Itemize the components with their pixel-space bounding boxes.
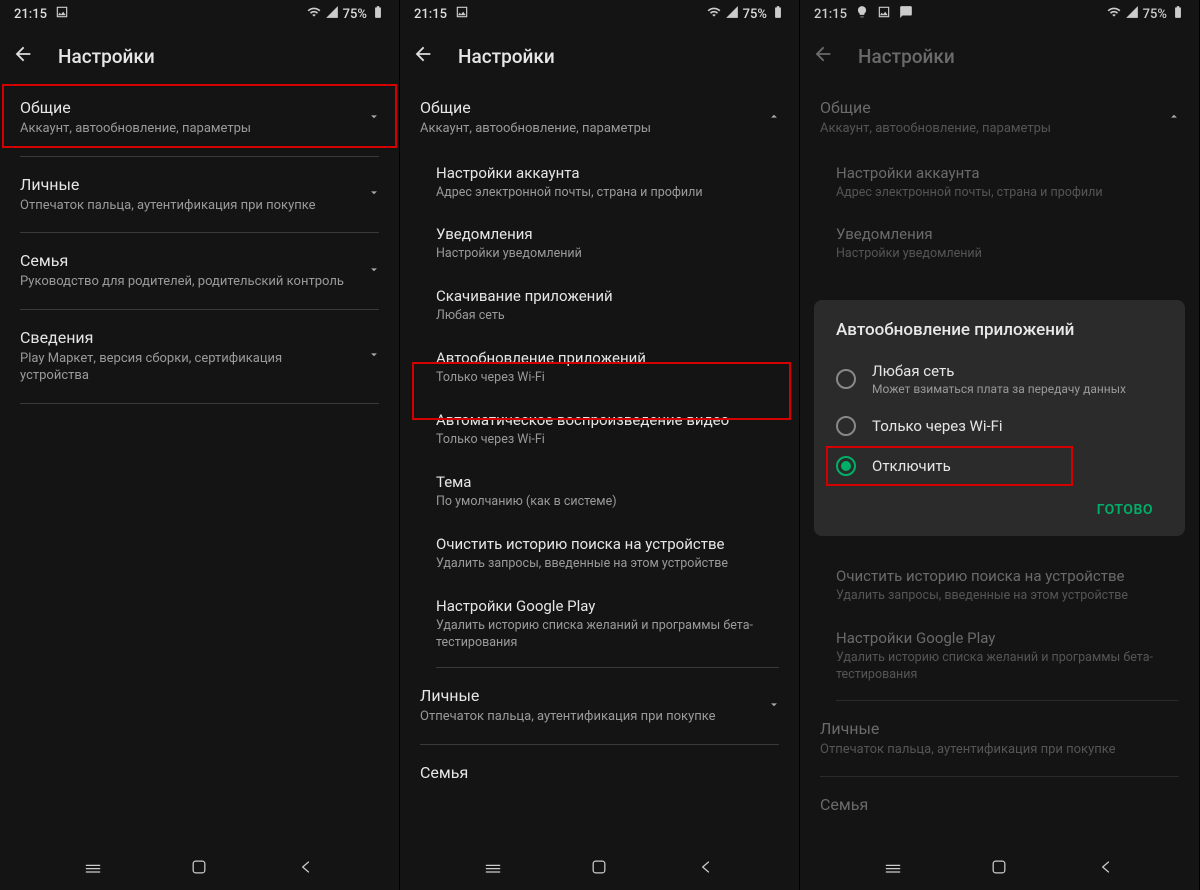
back-arrow-icon[interactable] bbox=[12, 43, 34, 69]
wifi-icon bbox=[1107, 5, 1121, 23]
section-about[interactable]: Сведения Play Маркет, версия сборки, сер… bbox=[0, 314, 399, 399]
battery-icon bbox=[1171, 5, 1185, 23]
chat-icon bbox=[899, 5, 913, 23]
item-clear-search[interactable]: Очистить историю поиска на устройстве Уд… bbox=[400, 523, 799, 585]
settings-list: Общие Аккаунт, автообновление, параметры… bbox=[400, 84, 799, 848]
auto-update-dialog: Автообновление приложений Любая сеть Мож… bbox=[814, 300, 1185, 536]
item-google-play-settings[interactable]: Настройки Google Play Удалить историю сп… bbox=[400, 585, 799, 664]
signal-icon bbox=[725, 5, 739, 23]
status-battery: 75% bbox=[1143, 7, 1167, 22]
app-header: Настройки bbox=[400, 28, 799, 84]
page-title: Настройки bbox=[458, 45, 555, 68]
app-header: Настройки bbox=[0, 28, 399, 84]
back-arrow-icon[interactable] bbox=[412, 43, 434, 69]
gallery-icon bbox=[455, 5, 469, 23]
radio-any-network[interactable]: Любая сеть Может взиматься плата за пере… bbox=[826, 352, 1173, 406]
status-battery: 75% bbox=[343, 7, 367, 22]
item-notifications: Уведомления Настройки уведомлений bbox=[800, 213, 1199, 275]
screen-1: 21:15 75% Настройки Общие Аккаунт, автоо… bbox=[0, 0, 400, 890]
nav-bar bbox=[800, 848, 1199, 890]
back-button[interactable] bbox=[696, 857, 716, 881]
section-personal[interactable]: Личные Отпечаток пальца, аутентификация … bbox=[0, 161, 399, 229]
status-time: 21:15 bbox=[814, 7, 847, 22]
chevron-down-icon bbox=[367, 108, 381, 127]
home-button[interactable] bbox=[189, 857, 209, 881]
chevron-down-icon bbox=[367, 347, 381, 366]
back-arrow-icon bbox=[812, 43, 834, 69]
chevron-down-icon bbox=[367, 185, 381, 204]
nav-bar bbox=[400, 848, 799, 890]
nav-bar bbox=[0, 848, 399, 890]
item-autoplay-video[interactable]: Автоматическое воспроизведение видео Тол… bbox=[400, 399, 799, 461]
radio-icon-checked bbox=[836, 456, 856, 476]
recents-button[interactable] bbox=[83, 857, 103, 881]
chevron-up-icon bbox=[767, 108, 781, 127]
recents-button[interactable] bbox=[483, 857, 503, 881]
section-family[interactable]: Семья bbox=[400, 749, 799, 789]
signal-icon bbox=[325, 5, 339, 23]
gallery-icon bbox=[55, 5, 69, 23]
status-battery: 75% bbox=[743, 7, 767, 22]
page-title: Настройки bbox=[58, 45, 155, 68]
chevron-down-icon bbox=[767, 697, 781, 716]
wifi-icon bbox=[307, 5, 321, 23]
section-general[interactable]: Общие Аккаунт, автообновление, параметры bbox=[0, 84, 399, 152]
back-button[interactable] bbox=[1096, 857, 1116, 881]
home-button[interactable] bbox=[989, 857, 1009, 881]
radio-disable[interactable]: Отключить bbox=[826, 446, 1173, 486]
settings-list: Общие Аккаунт, автообновление, параметры… bbox=[0, 84, 399, 848]
home-button[interactable] bbox=[589, 857, 609, 881]
back-button[interactable] bbox=[296, 857, 316, 881]
signal-icon bbox=[1125, 5, 1139, 23]
section-family[interactable]: Семья Руководство для родителей, родител… bbox=[0, 237, 399, 305]
radio-icon bbox=[836, 416, 856, 436]
item-account-settings: Настройки аккаунта Адрес электронной поч… bbox=[800, 152, 1199, 214]
chevron-down-icon bbox=[367, 261, 381, 280]
section-personal: Личные Отпечаток пальца, аутентификация … bbox=[800, 705, 1199, 773]
screen-2: 21:15 75% Настройки Общие Аккаунт, автоо… bbox=[400, 0, 800, 890]
item-account-settings[interactable]: Настройки аккаунта Адрес электронной поч… bbox=[400, 152, 799, 214]
battery-icon bbox=[371, 5, 385, 23]
section-family: Семья bbox=[800, 781, 1199, 821]
done-button[interactable]: ГОТОВО bbox=[1087, 494, 1163, 526]
lightbulb-icon bbox=[855, 5, 869, 23]
radio-wifi-only[interactable]: Только через Wi-Fi bbox=[826, 406, 1173, 446]
item-app-download[interactable]: Скачивание приложений Любая сеть bbox=[400, 275, 799, 337]
status-bar: 21:15 75% bbox=[400, 0, 799, 28]
battery-icon bbox=[771, 5, 785, 23]
chevron-up-icon bbox=[1167, 108, 1181, 127]
wifi-icon bbox=[707, 5, 721, 23]
recents-button[interactable] bbox=[883, 857, 903, 881]
item-clear-search: Очистить историю поиска на устройстве Уд… bbox=[800, 555, 1199, 617]
gallery-icon bbox=[877, 5, 891, 23]
screen-3: 21:15 75% Настройки Общие Аккаунт, автоо… bbox=[800, 0, 1200, 890]
status-time: 21:15 bbox=[414, 7, 447, 22]
page-title: Настройки bbox=[858, 45, 955, 68]
app-header: Настройки bbox=[800, 28, 1199, 84]
section-general[interactable]: Общие Аккаунт, автообновление, параметры bbox=[400, 84, 799, 152]
status-time: 21:15 bbox=[14, 7, 47, 22]
item-theme[interactable]: Тема По умолчанию (как в системе) bbox=[400, 461, 799, 523]
status-bar: 21:15 75% bbox=[0, 0, 399, 28]
item-notifications[interactable]: Уведомления Настройки уведомлений bbox=[400, 213, 799, 275]
item-google-play-settings: Настройки Google Play Удалить историю сп… bbox=[800, 617, 1199, 696]
dialog-title: Автообновление приложений bbox=[826, 320, 1173, 352]
section-personal[interactable]: Личные Отпечаток пальца, аутентификация … bbox=[400, 672, 799, 740]
item-auto-update[interactable]: Автообновление приложений Только через W… bbox=[400, 337, 799, 399]
section-general: Общие Аккаунт, автообновление, параметры bbox=[800, 84, 1199, 152]
status-bar: 21:15 75% bbox=[800, 0, 1199, 28]
radio-icon bbox=[836, 369, 856, 389]
